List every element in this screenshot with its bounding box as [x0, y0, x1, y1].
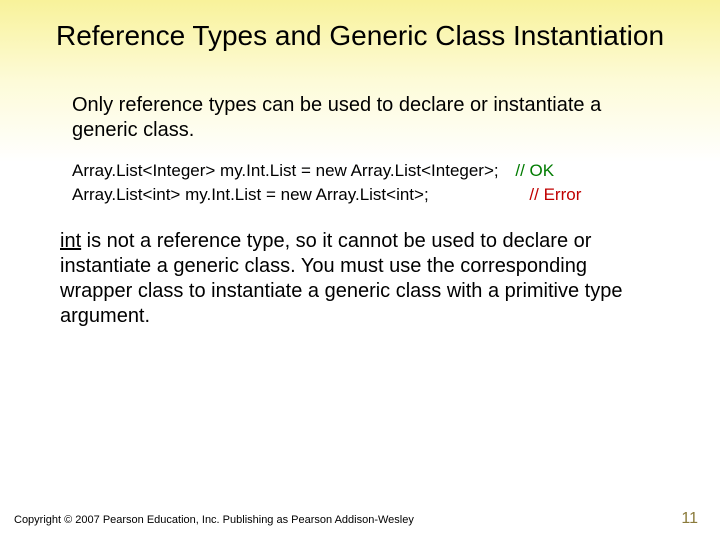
- code-line-1: Array.List<Integer> my.Int.List = new Ar…: [72, 161, 648, 181]
- code-line-2: Array.List<int> my.Int.List = new Array.…: [72, 185, 648, 205]
- code-block: Array.List<Integer> my.Int.List = new Ar…: [72, 161, 648, 205]
- explanation-paragraph: int is not a reference type, so it canno…: [60, 229, 660, 329]
- explanation-text: is not a reference type, so it cannot be…: [60, 230, 622, 327]
- page-number: 11: [681, 510, 698, 528]
- comment-ok: // OK: [515, 161, 554, 180]
- underlined-keyword: int: [60, 230, 81, 252]
- comment-error: // Error: [529, 185, 581, 204]
- code-text-2: Array.List<int> my.Int.List = new Array.…: [72, 185, 429, 204]
- code-text-1: Array.List<Integer> my.Int.List = new Ar…: [72, 161, 499, 180]
- slide-title: Reference Types and Generic Class Instan…: [0, 0, 720, 53]
- intro-paragraph: Only reference types can be used to decl…: [72, 93, 648, 143]
- copyright-footer: Copyright © 2007 Pearson Education, Inc.…: [14, 514, 414, 526]
